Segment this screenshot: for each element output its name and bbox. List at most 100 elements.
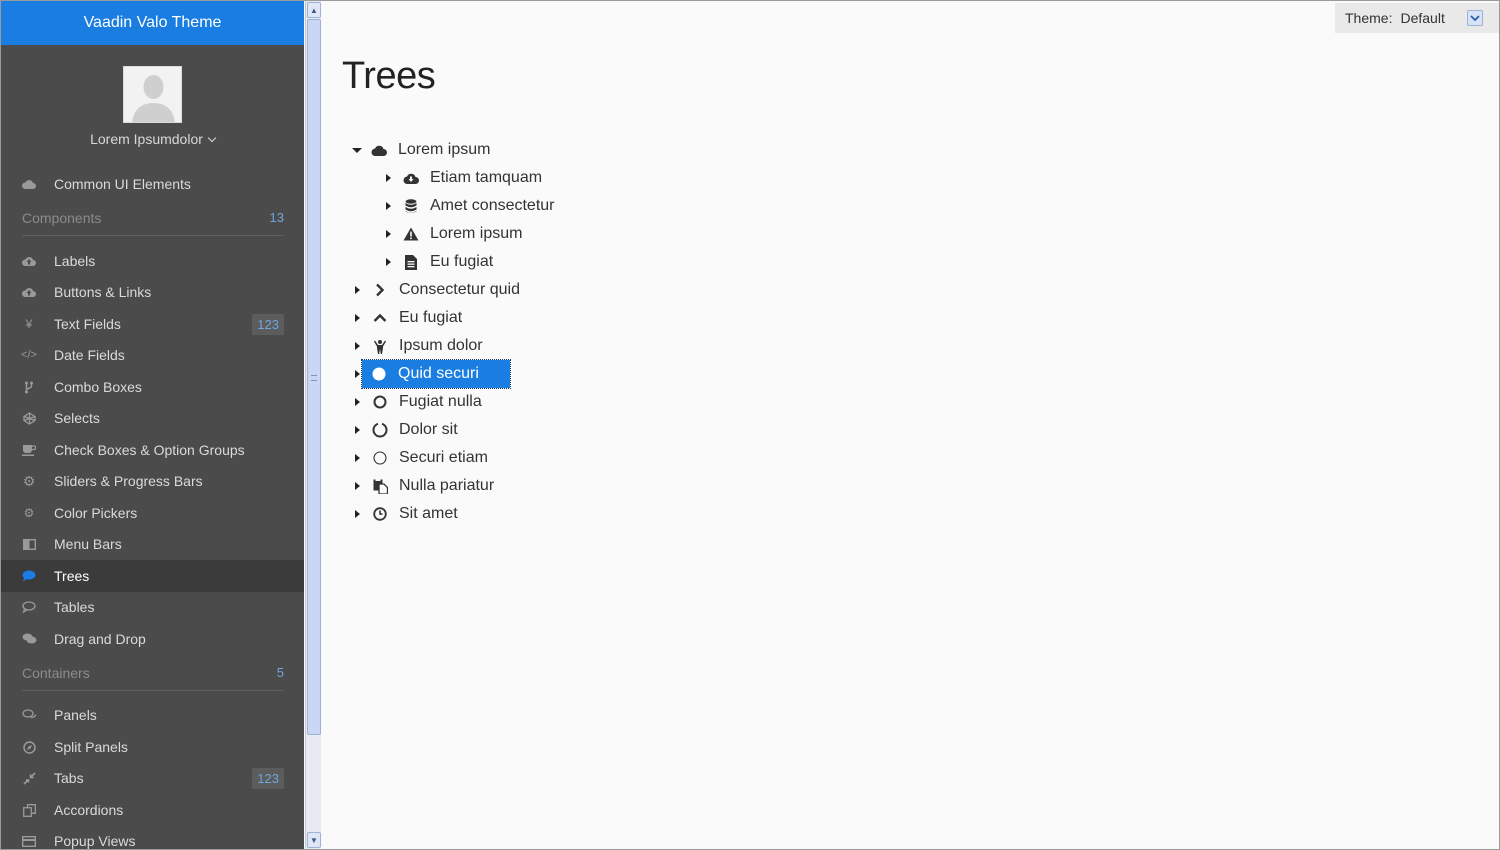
code-fork-icon <box>21 379 37 395</box>
database-icon <box>403 198 419 214</box>
user-silhouette-icon <box>124 67 181 122</box>
menu-item-combo-boxes[interactable]: Combo Boxes <box>1 371 304 403</box>
user-menu[interactable]: Lorem Ipsumdolor <box>1 131 304 147</box>
menu-item-label: Date Fields <box>54 347 125 363</box>
expand-arrow-icon[interactable] <box>382 228 394 240</box>
menu-item-trees[interactable]: Trees <box>1 560 304 592</box>
yen-icon: ¥ <box>25 317 33 331</box>
expand-arrow-icon[interactable] <box>351 508 363 520</box>
main-content: Theme: Default Trees Lorem ipsum Etiam t… <box>322 1 1499 849</box>
theme-select-label: Theme: <box>1345 10 1393 26</box>
section-components: Components 13 <box>22 206 284 236</box>
cloud-upload-icon <box>21 253 37 269</box>
tree-node[interactable]: Quid securi <box>351 359 511 389</box>
expand-arrow-icon[interactable] <box>382 172 394 184</box>
circle-outline-icon <box>372 394 388 410</box>
cloud-upload-icon <box>21 284 37 300</box>
tree-node[interactable]: Ipsum dolor <box>351 334 486 358</box>
chevron-down-icon[interactable] <box>1467 10 1483 26</box>
menu-item-drag-and-drop[interactable]: Drag and Drop <box>1 623 304 655</box>
menu-item-text-fields[interactable]: ¥ Text Fields 123 <box>1 308 304 340</box>
tree-node[interactable]: Eu fugiat <box>351 306 465 330</box>
menu-item-label: Popup Views <box>54 833 136 849</box>
avatar[interactable] <box>123 66 182 123</box>
tree-node[interactable]: Securi etiam <box>351 446 491 470</box>
expand-arrow-icon[interactable] <box>351 424 363 436</box>
tree-node-label: Quid securi <box>398 365 479 382</box>
compass-icon <box>21 739 37 755</box>
tree-node[interactable]: Dolor sit <box>351 418 461 442</box>
expand-arrow-icon[interactable] <box>351 452 363 464</box>
menu-item-split-panels[interactable]: Split Panels <box>1 731 304 763</box>
menu-item-menu-bars[interactable]: Menu Bars <box>1 528 304 560</box>
theme-select[interactable]: Theme: Default <box>1335 3 1499 33</box>
tree-node[interactable]: Lorem ipsum <box>382 222 525 246</box>
tree-node[interactable]: Lorem ipsum <box>351 138 493 162</box>
file-text-icon <box>403 254 419 270</box>
menu-item-tabs[interactable]: Tabs 123 <box>1 762 304 794</box>
menu-item-color-pickers[interactable]: ⚙ Color Pickers <box>1 497 304 529</box>
comment-outline-icon <box>21 599 37 615</box>
menu-item-popup-views[interactable]: Popup Views <box>1 825 304 849</box>
menu-item-tables[interactable]: Tables <box>1 591 304 623</box>
scroll-up-button[interactable]: ▲ <box>307 2 321 18</box>
menu-item-label: Accordions <box>54 802 124 818</box>
tree-node[interactable]: Consectetur quid <box>351 278 523 302</box>
tree-node[interactable]: Eu fugiat <box>382 250 496 274</box>
circle-notch-icon <box>372 422 388 438</box>
codepen-icon <box>21 410 37 426</box>
menu-item-sliders[interactable]: ⚙ Sliders & Progress Bars <box>1 465 304 497</box>
chevron-down-icon <box>207 133 217 143</box>
expand-arrow-icon[interactable] <box>351 340 363 352</box>
tree-node-label: Nulla pariatur <box>399 477 495 494</box>
tree-node[interactable]: Nulla pariatur <box>351 474 497 498</box>
chevron-up-icon <box>372 310 388 326</box>
expand-arrow-icon[interactable] <box>351 480 363 492</box>
scroll-thumb[interactable] <box>307 19 321 735</box>
theme-select-value: Default <box>1400 10 1445 26</box>
tree-node[interactable]: Sit amet <box>351 502 461 526</box>
menu-item-label: Selects <box>54 410 100 426</box>
tree-node[interactable]: Amet consectetur <box>382 194 558 218</box>
clock-icon <box>372 506 388 522</box>
cog-icon: ⚙ <box>22 472 36 489</box>
tree-node-label: Securi etiam <box>399 449 488 466</box>
tree-node[interactable]: Etiam tamquam <box>382 166 545 190</box>
expand-arrow-icon[interactable] <box>351 312 363 324</box>
menu-item-selects[interactable]: Selects <box>1 402 304 434</box>
expand-arrow-icon[interactable] <box>382 256 394 268</box>
menu-item-label: Buttons & Links <box>54 284 152 300</box>
menu-item-label: Labels <box>54 253 96 269</box>
collapse-arrow-icon[interactable] <box>351 144 363 156</box>
chevron-right-icon <box>372 282 388 298</box>
sidebar: Vaadin Valo Theme Lorem Ipsumdolor Commo… <box>1 1 304 849</box>
tree-node-label: Dolor sit <box>399 421 458 438</box>
menu-item-date-fields[interactable]: </> Date Fields <box>1 339 304 371</box>
tree-node[interactable]: Fugiat nulla <box>351 390 485 414</box>
menu-item-buttons-links[interactable]: Buttons & Links <box>1 276 304 308</box>
menu-item-panels[interactable]: Panels <box>1 699 304 731</box>
menu-item-label: Menu Bars <box>54 536 122 552</box>
sidebar-scrollbar[interactable]: ▲ ▼ <box>305 1 321 849</box>
menu-item-check-boxes[interactable]: Check Boxes & Option Groups <box>1 434 304 466</box>
copy-icon <box>21 802 37 818</box>
expand-arrow-icon[interactable] <box>351 396 363 408</box>
menu-item-label: Text Fields <box>54 316 121 332</box>
section-label: Components <box>22 210 102 226</box>
menu-item-label: Tables <box>54 599 95 615</box>
expand-arrow-icon[interactable] <box>382 200 394 212</box>
tree-node-label: Ipsum dolor <box>399 337 483 354</box>
menu-item-label: Check Boxes & Option Groups <box>54 442 245 458</box>
menu-item-labels[interactable]: Labels <box>1 245 304 277</box>
tree-node-label: Etiam tamquam <box>430 169 543 186</box>
menu-item-accordions[interactable]: Accordions <box>1 794 304 826</box>
scroll-down-button[interactable]: ▼ <box>307 832 321 848</box>
menu-item-label: Split Panels <box>54 739 128 755</box>
menu-item-label: Combo Boxes <box>54 379 142 395</box>
warning-icon <box>403 226 419 242</box>
columns-icon <box>21 536 37 552</box>
tree-node-label: Eu fugiat <box>430 253 494 270</box>
expand-arrow-icon[interactable] <box>351 284 363 296</box>
menu-item-common-ui-elements[interactable]: Common UI Elements <box>1 168 304 200</box>
clipboard-icon <box>372 478 388 494</box>
